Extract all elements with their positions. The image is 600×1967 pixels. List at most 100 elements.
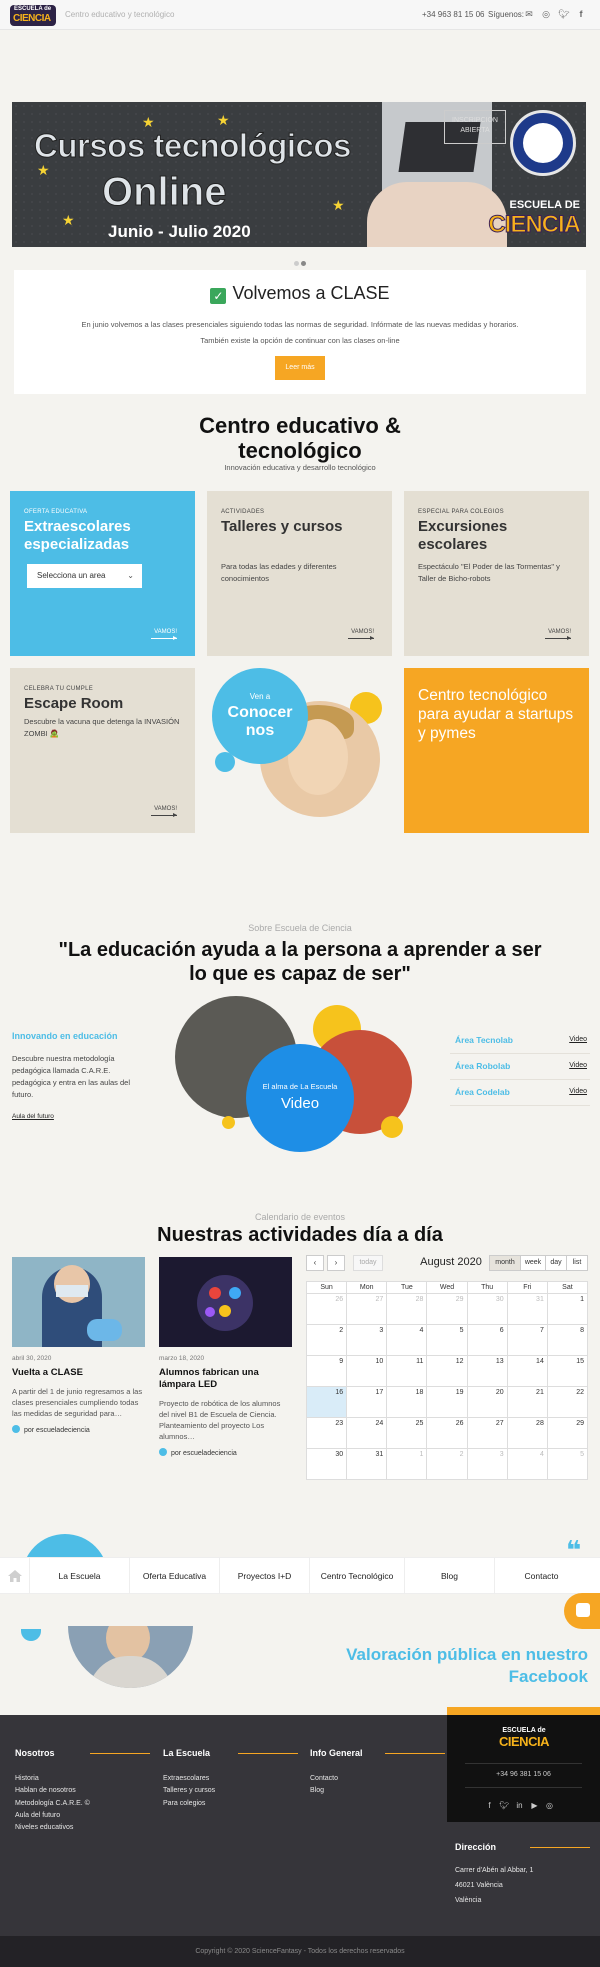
facebook-icon[interactable]: f	[482, 1801, 497, 1810]
card-extraescolares[interactable]: OFERTA EDUCATIVA Extraescolares especial…	[10, 491, 195, 656]
calendar-day[interactable]: 2	[305, 1324, 348, 1356]
calendar-day[interactable]: 14	[506, 1355, 548, 1387]
prev-month-button[interactable]: ‹	[306, 1255, 324, 1271]
site-logo[interactable]: ESCUELA de CIENCIA	[10, 5, 56, 26]
calendar-day[interactable]: 21	[506, 1386, 548, 1418]
calendar-day[interactable]: 29	[426, 1293, 468, 1325]
calendar-day[interactable]: 8	[546, 1324, 589, 1356]
calendar-day[interactable]: 19	[426, 1386, 468, 1418]
footer-link[interactable]: Para colegios	[163, 1798, 298, 1810]
calendar-day[interactable]: 26	[305, 1293, 348, 1325]
footer-link[interactable]: Aula del futuro	[15, 1810, 150, 1822]
post-image[interactable]	[12, 1257, 145, 1347]
calendar-day[interactable]: 6	[466, 1324, 508, 1356]
youtube-icon[interactable]: ▶	[527, 1801, 542, 1810]
read-more-button[interactable]: Leer más	[275, 356, 325, 380]
footer-link[interactable]: Niveles educativos	[15, 1822, 150, 1834]
video-button[interactable]: El alma de La Escuela Video	[246, 1044, 354, 1152]
calendar-day[interactable]: 29	[546, 1417, 589, 1449]
calendar-day[interactable]: 11	[386, 1355, 428, 1387]
area-select[interactable]: Selecciona un area ⌄	[27, 564, 142, 588]
calendar-day[interactable]: 26	[426, 1417, 468, 1449]
calendar-day[interactable]: 17	[346, 1386, 388, 1418]
today-button[interactable]: today	[353, 1255, 383, 1271]
slider-dot-active[interactable]	[301, 261, 306, 266]
instagram-icon[interactable]: ◎	[542, 1801, 557, 1810]
calendar-day[interactable]: 28	[506, 1417, 548, 1449]
card-go-link[interactable]: VAMOS!	[545, 629, 571, 640]
instagram-icon[interactable]: ◎	[541, 9, 551, 19]
video-block[interactable]: El alma de La Escuela Video	[175, 996, 430, 1156]
view-month-button[interactable]: month	[489, 1255, 521, 1271]
area-name[interactable]: Área Robolab	[455, 1061, 510, 1071]
area-video-link[interactable]: Video	[569, 1036, 587, 1043]
calendar-day[interactable]: 5	[546, 1448, 589, 1480]
conocer-block[interactable]: Ven a Conocer nos	[212, 668, 382, 817]
nav-oferta-educativa[interactable]: Oferta Educativa	[129, 1558, 219, 1594]
calendar-day[interactable]: 20	[466, 1386, 508, 1418]
calendar-day[interactable]: 27	[466, 1417, 508, 1449]
nav-la-escuela[interactable]: La Escuela	[29, 1558, 129, 1594]
footer-link[interactable]: Metodología C.A.R.E. ©	[15, 1798, 150, 1810]
calendar-day[interactable]: 23	[305, 1417, 348, 1449]
twitter-icon[interactable]: 🐦︎	[558, 9, 569, 19]
footer-link[interactable]: Contacto	[310, 1773, 445, 1785]
calendar-day[interactable]: 1	[386, 1448, 428, 1480]
post-title[interactable]: Alumnos fabrican una lámpara LED	[159, 1367, 292, 1391]
home-icon[interactable]	[8, 1570, 22, 1582]
slider-dot[interactable]	[294, 261, 299, 266]
calendar-day[interactable]: 10	[346, 1355, 388, 1387]
calendar-day[interactable]: 4	[386, 1324, 428, 1356]
calendar-day[interactable]: 15	[546, 1355, 589, 1387]
card-centro-tecnologico[interactable]: Centro tecnológico para ayudar a startup…	[404, 668, 589, 833]
calendar-day[interactable]: 25	[386, 1417, 428, 1449]
calendar-day[interactable]: 30	[466, 1293, 508, 1325]
calendar-day[interactable]: 22	[546, 1386, 589, 1418]
post-card[interactable]: marzo 18, 2020 Alumnos fabrican una lámp…	[159, 1257, 292, 1457]
conocernos-circle[interactable]: Ven a Conocer nos	[212, 668, 308, 764]
calendar-day[interactable]: 9	[305, 1355, 348, 1387]
view-list-button[interactable]: list	[566, 1255, 588, 1271]
area-name[interactable]: Área Tecnolab	[455, 1035, 513, 1045]
nav-blog[interactable]: Blog	[404, 1558, 494, 1594]
card-escape-room[interactable]: CELEBRA TU CUMPLE Escape Room Descubre l…	[10, 668, 195, 833]
card-go-link[interactable]: VAMOS!	[151, 806, 177, 817]
twitter-icon[interactable]: 🐦︎	[497, 1801, 512, 1810]
post-card[interactable]: abril 30, 2020 Vuelta a CLASE A partir d…	[12, 1257, 145, 1434]
area-name[interactable]: Área Codelab	[455, 1087, 510, 1097]
linkedin-icon[interactable]: in	[512, 1801, 527, 1810]
calendar-day[interactable]: 27	[346, 1293, 388, 1325]
area-video-link[interactable]: Video	[569, 1062, 587, 1069]
hero-banner[interactable]: ★ ★ ★ ★ ★ Cursos tecnológicos Online Jun…	[12, 102, 586, 247]
calendar-day[interactable]: 2	[426, 1448, 468, 1480]
calendar-day[interactable]: 31	[346, 1448, 388, 1480]
calendar-day[interactable]: 18	[386, 1386, 428, 1418]
calendar-day-today[interactable]: 16	[305, 1386, 348, 1418]
calendar-day[interactable]: 28	[386, 1293, 428, 1325]
footer-logo[interactable]: ESCUELA de CIENCIA	[494, 1727, 554, 1749]
calendar-day[interactable]: 4	[506, 1448, 548, 1480]
facebook-float-button[interactable]	[564, 1593, 600, 1629]
area-row[interactable]: Área Tecnolab Video	[450, 1028, 590, 1054]
calendar-day[interactable]: 12	[426, 1355, 468, 1387]
calendar-day[interactable]: 5	[426, 1324, 468, 1356]
footer-phone[interactable]: +34 96 381 15 06	[447, 1771, 600, 1778]
footer-link[interactable]: Historia	[15, 1773, 150, 1785]
calendar-day[interactable]: 13	[466, 1355, 508, 1387]
post-title[interactable]: Vuelta a CLASE	[12, 1367, 145, 1379]
footer-link[interactable]: Talleres y cursos	[163, 1785, 298, 1797]
header-phone[interactable]: +34 963 81 15 06	[422, 10, 485, 19]
footer-link[interactable]: Hablan de nosotros	[15, 1785, 150, 1797]
aula-futuro-link[interactable]: Aula del futuro	[12, 1113, 147, 1120]
calendar-day[interactable]: 31	[506, 1293, 548, 1325]
view-day-button[interactable]: day	[545, 1255, 567, 1271]
calendar-day[interactable]: 3	[346, 1324, 388, 1356]
card-talleres[interactable]: ACTIVIDADES Talleres y cursos Para todas…	[207, 491, 392, 656]
footer-link[interactable]: Blog	[310, 1785, 445, 1797]
calendar-day[interactable]: 1	[546, 1293, 589, 1325]
facebook-icon[interactable]: f	[576, 9, 586, 19]
facebook-reviews-title[interactable]: Valoración pública en nuestro Facebook	[320, 1644, 588, 1688]
email-icon[interactable]: ✉	[524, 9, 534, 19]
post-image[interactable]	[159, 1257, 292, 1347]
nav-contacto[interactable]: Contacto	[494, 1558, 588, 1594]
